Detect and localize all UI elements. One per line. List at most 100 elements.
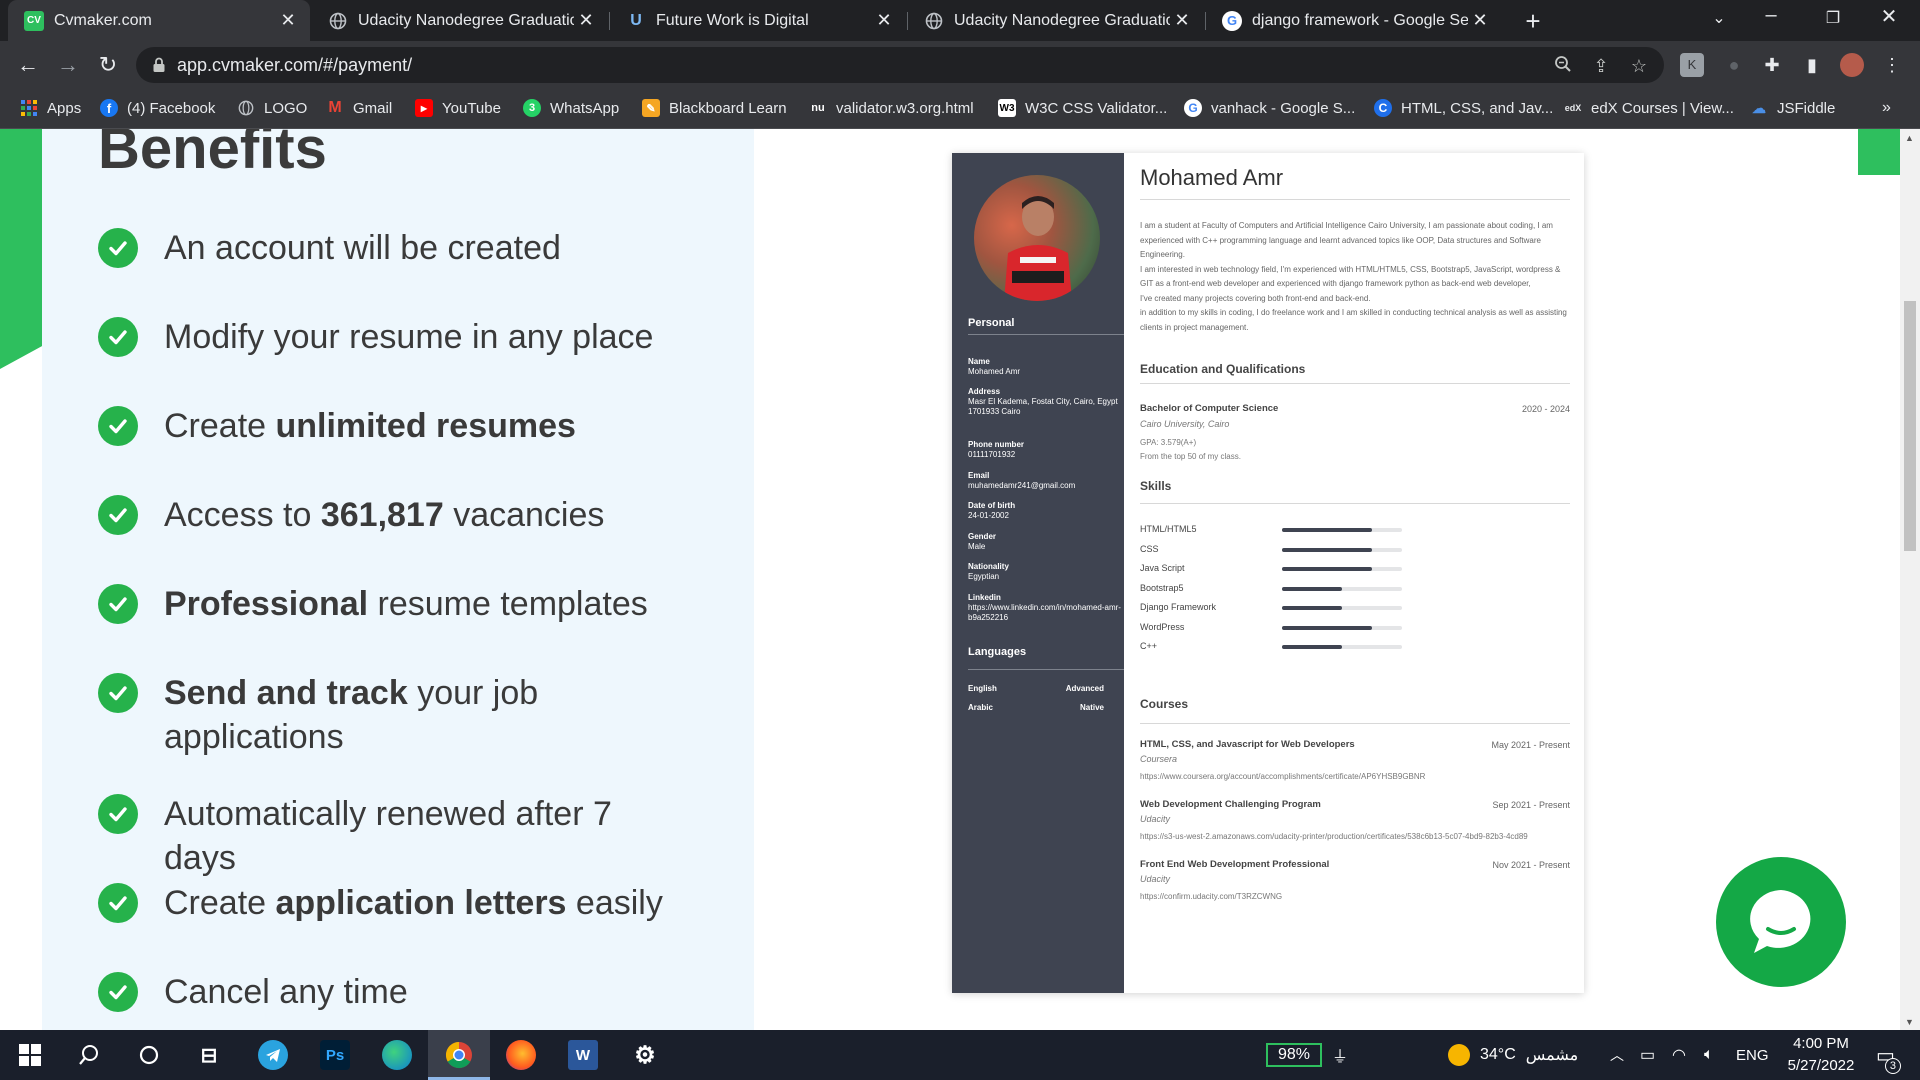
telegram-icon[interactable] xyxy=(258,1040,288,1070)
course-link: https://www.coursera.org/account/accompl… xyxy=(1140,772,1426,781)
tab-future-work[interactable]: U Future Work is Digital ✕ xyxy=(610,0,906,41)
tab-strip: CV Cvmaker.com ✕ Udacity Nanodegree Grad… xyxy=(0,0,1920,41)
resume-preview[interactable]: Personal Name Mohamed Amr Address Masr El … xyxy=(952,153,1584,993)
battery-indicator[interactable]: 98% ⏚ xyxy=(1266,1030,1348,1080)
volume-icon[interactable]: 🔈︎ xyxy=(1704,1030,1714,1080)
side-panel-icon[interactable]: ▮ xyxy=(1800,53,1824,77)
bookmark-blackboard[interactable]: ✎ Blackboard Learn xyxy=(642,99,787,117)
course-title: HTML, CSS, and Javascript for Web Develo… xyxy=(1140,739,1355,750)
extension-icon[interactable]: K xyxy=(1680,53,1704,77)
resume-name: Mohamed Amr xyxy=(1140,165,1284,190)
bookmark-css-validator[interactable]: W3 W3C CSS Validator... xyxy=(998,99,1167,117)
bookmark-coursera[interactable]: C HTML, CSS, and Jav... xyxy=(1374,99,1553,117)
bookmark-facebook[interactable]: f (4) Facebook xyxy=(100,99,215,117)
close-tab-icon[interactable]: ✕ xyxy=(276,10,300,31)
chrome-icon[interactable] xyxy=(444,1040,474,1070)
bookmark-validator[interactable]: nu validator.w3.org.html xyxy=(809,99,973,117)
clock[interactable]: 4:00 PM 5/27/2022 xyxy=(1776,1030,1866,1080)
reload-button[interactable]: ↻ xyxy=(92,49,124,81)
restore-button[interactable]: ❐ xyxy=(1810,8,1856,28)
tab-google-search[interactable]: G django framework - Google Search ✕ xyxy=(1206,0,1502,41)
back-button[interactable]: ← xyxy=(12,49,44,81)
settings-gear-icon[interactable]: ⚙ xyxy=(630,1040,660,1070)
benefit-item: Send and track your job applications xyxy=(98,673,584,759)
google-favicon: G xyxy=(1222,10,1242,31)
benefit-text: An account will be created xyxy=(164,229,561,267)
tab-udacity-1[interactable]: Udacity Nanodegree Graduation ✕ xyxy=(312,0,608,41)
word-icon[interactable]: W xyxy=(568,1040,598,1070)
globe-icon xyxy=(237,99,255,117)
weather-widget[interactable]: 34°C مشمس xyxy=(1448,1030,1578,1080)
education-school: Cairo University, Cairo xyxy=(1140,419,1230,429)
wifi-icon[interactable]: ◠ xyxy=(1672,1030,1686,1080)
extension-icon-2[interactable]: ● xyxy=(1722,53,1746,77)
divider xyxy=(968,334,1124,335)
more-bookmarks-icon[interactable]: » xyxy=(1882,99,1891,117)
divider xyxy=(1140,503,1570,504)
search-icon[interactable] xyxy=(74,1040,104,1070)
close-tab-icon[interactable]: ✕ xyxy=(1170,10,1194,31)
lock-icon[interactable] xyxy=(150,56,168,74)
tab-search-icon[interactable]: ⌄ xyxy=(1696,8,1742,28)
task-view-icon[interactable]: ⊟ xyxy=(194,1040,224,1070)
menu-kebab-icon[interactable]: ⋮ xyxy=(1880,53,1904,77)
skills-heading: Skills xyxy=(1140,479,1172,493)
close-tab-icon[interactable]: ✕ xyxy=(872,10,896,31)
edge-icon[interactable] xyxy=(382,1040,412,1070)
bookmark-jsfiddle[interactable]: ☁ JSFiddle xyxy=(1750,99,1835,117)
language-indicator[interactable]: ENG xyxy=(1736,1030,1769,1080)
profile-avatar[interactable] xyxy=(1840,53,1864,77)
extensions-puzzle-icon[interactable]: ✚ xyxy=(1760,53,1784,77)
address-bar[interactable]: app.cvmaker.com/#/payment/ ⇪ ☆ xyxy=(136,47,1664,83)
field-dob: Date of birth 24-01-2002 xyxy=(968,501,1016,520)
forward-button[interactable]: → xyxy=(52,49,84,81)
page-scrollbar[interactable]: ▲ ▼ xyxy=(1900,129,1920,1030)
benefits-title: Benefits xyxy=(98,129,327,181)
url-text[interactable]: app.cvmaker.com/#/payment/ xyxy=(177,55,412,76)
chevron-up-icon[interactable]: ︿ xyxy=(1610,1030,1624,1080)
bookmark-apps[interactable]: Apps xyxy=(20,99,81,117)
close-tab-icon[interactable]: ✕ xyxy=(574,10,598,31)
globe-icon xyxy=(328,11,348,31)
zoom-icon[interactable] xyxy=(1552,55,1574,77)
battery-icon[interactable]: ▭ xyxy=(1640,1030,1655,1080)
bookmark-label: vanhack - Google S... xyxy=(1211,99,1356,117)
share-icon[interactable]: ⇪ xyxy=(1590,55,1612,77)
skill-level-bar xyxy=(1282,606,1402,610)
skill-name: Java Script xyxy=(1140,563,1185,573)
cortana-icon[interactable] xyxy=(134,1040,164,1070)
bookmark-youtube[interactable]: ▶ YouTube xyxy=(415,99,501,117)
bookmark-vanhack[interactable]: G vanhack - Google S... xyxy=(1184,99,1355,117)
skill-name: WordPress xyxy=(1140,621,1185,632)
bookmark-label: Gmail xyxy=(353,99,393,117)
new-tab-button[interactable]: + xyxy=(1518,6,1548,37)
bookmark-gmail[interactable]: M Gmail xyxy=(326,99,392,117)
notifications-icon[interactable]: ▭ 3 xyxy=(1876,1030,1901,1080)
close-tab-icon[interactable]: ✕ xyxy=(1468,10,1492,31)
bookmark-logo[interactable]: LOGO xyxy=(237,99,307,117)
tab-cvmaker[interactable]: CV Cvmaker.com ✕ xyxy=(8,0,310,41)
firefox-icon[interactable] xyxy=(506,1040,536,1070)
facebook-icon: f xyxy=(100,99,118,117)
bookmark-whatsapp[interactable]: 3 WhatsApp xyxy=(523,99,619,117)
bookmark-label: WhatsApp xyxy=(550,99,620,117)
bookmark-label: W3C CSS Validator... xyxy=(1025,99,1168,117)
weather-condition: مشمس xyxy=(1525,1047,1579,1064)
minimize-button[interactable]: – xyxy=(1748,4,1794,27)
blackboard-icon: ✎ xyxy=(642,99,660,117)
benefit-text: Create unlimited resumes xyxy=(164,407,576,445)
language-row: Arabic Native xyxy=(968,703,1104,712)
about-text: I am a student at Faculty of Computers a… xyxy=(1140,221,1567,332)
check-circle-icon xyxy=(98,794,138,834)
youtube-icon: ▶ xyxy=(415,99,433,117)
bookmark-star-icon[interactable]: ☆ xyxy=(1628,55,1650,77)
scrollbar-thumb[interactable] xyxy=(1904,301,1916,551)
bookmark-edx[interactable]: edX edX Courses | View... xyxy=(1564,99,1734,117)
close-window-button[interactable]: ✕ xyxy=(1866,4,1912,29)
chat-widget-button[interactable] xyxy=(1716,857,1846,987)
google-icon: G xyxy=(1184,99,1202,117)
windows-start-icon[interactable] xyxy=(15,1040,45,1070)
skill-level-fill xyxy=(1282,645,1342,649)
tab-udacity-2[interactable]: Udacity Nanodegree Graduation ✕ xyxy=(908,0,1204,41)
photoshop-icon[interactable]: Ps xyxy=(320,1040,350,1070)
